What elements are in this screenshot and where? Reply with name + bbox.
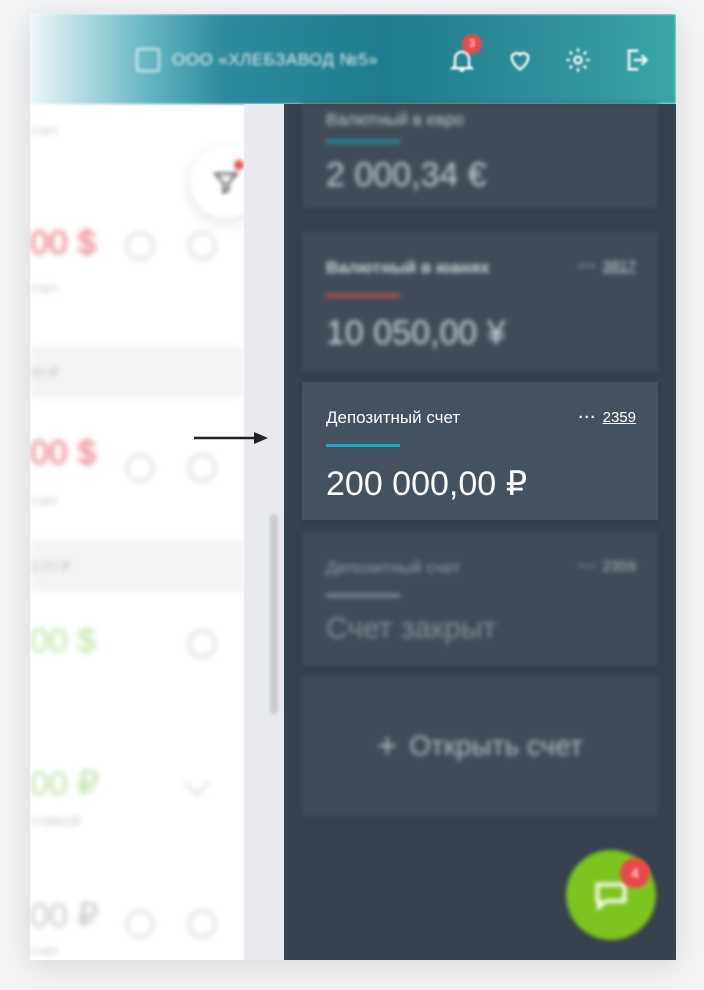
- loading-icon: [126, 454, 154, 482]
- list-item-amount: 00 ₽: [30, 897, 99, 935]
- list-item-note: счет: [30, 942, 58, 958]
- filter-icon: [212, 172, 240, 195]
- account-number: ··· 2359: [578, 558, 636, 575]
- favorites-button[interactable]: [504, 44, 536, 76]
- account-card-closed[interactable]: Депозитный счет ··· 2359 Счет закрыт: [302, 532, 658, 666]
- pointer-arrow: [194, 432, 268, 444]
- account-title: Депозитный счет: [326, 408, 461, 427]
- loading-icon: [126, 910, 154, 938]
- account-title: Валютный в юанях: [326, 258, 490, 277]
- dots-icon: ···: [578, 409, 597, 426]
- logout-button[interactable]: [620, 44, 652, 76]
- list-item-note: счет: [30, 122, 58, 138]
- date-separator: 0,00 ₽: [30, 540, 244, 592]
- account-balance: 10 050,00 ¥: [326, 314, 506, 352]
- account-status: Счет закрыт: [326, 612, 497, 645]
- account-accent-line: [326, 594, 400, 597]
- gear-icon: [566, 48, 590, 72]
- select-radio[interactable]: [188, 232, 216, 260]
- filter-active-dot: [234, 160, 244, 170]
- building-icon: [136, 48, 160, 72]
- account-accent-line: [326, 294, 400, 297]
- heart-icon: [510, 52, 530, 71]
- accounts-panel: Валютный в евро 2 000,34 € Валютный в юа…: [284, 104, 676, 960]
- chevron-down-icon[interactable]: [184, 770, 210, 796]
- date-separator: 00 ₽: [30, 346, 244, 398]
- notifications-badge: 3: [462, 34, 482, 54]
- account-balance: 2 000,34 €: [326, 156, 487, 194]
- account-title: Валютный в евро: [326, 110, 464, 129]
- list-item-amount: 00 ₽: [30, 765, 99, 803]
- select-radio[interactable]: [188, 454, 216, 482]
- loading-icon: [126, 232, 154, 260]
- list-item-amount: 00 $: [30, 434, 97, 472]
- divider-strip: [244, 104, 284, 960]
- list-item-note: счет: [30, 280, 58, 296]
- notifications-button[interactable]: 3: [446, 34, 482, 76]
- account-title: Депозитный счет: [326, 558, 461, 577]
- settings-button[interactable]: [562, 44, 594, 76]
- account-card-selected[interactable]: Депозитный счет ··· 2359 200 000,00 ₽: [302, 382, 658, 520]
- select-radio[interactable]: [188, 910, 216, 938]
- list-item-note: ставкой: [30, 812, 81, 828]
- list-item-note: счет: [30, 492, 58, 508]
- select-radio[interactable]: [188, 630, 216, 658]
- logout-icon: [627, 49, 649, 71]
- app-window: ООО «ХЛЕБЗАВОД №5» 3 счет 00 $ счет 00 ₽: [30, 14, 676, 960]
- chat-badge: 4: [620, 858, 650, 888]
- open-account-label: Открыть счет: [409, 730, 583, 761]
- company-selector[interactable]: ООО «ХЛЕБЗАВОД №5»: [136, 48, 378, 72]
- account-balance: 200 000,00 ₽: [326, 465, 528, 503]
- operations-list: счет 00 $ счет 00 ₽ 00 $ счет 0,00 ₽ 00 …: [30, 104, 244, 960]
- scrollbar[interactable]: [270, 514, 278, 714]
- list-item-amount: 00 $: [30, 224, 97, 262]
- account-number[interactable]: ··· 2359: [579, 409, 636, 426]
- open-account-button[interactable]: + Открыть счет: [302, 676, 658, 816]
- plus-icon: +: [377, 726, 398, 765]
- company-name: ООО «ХЛЕБЗАВОД №5»: [172, 50, 379, 69]
- list-item-amount: 00 $: [30, 622, 97, 660]
- account-card[interactable]: Валютный в юанях ··· 3817 10 050,00 ¥: [302, 232, 658, 372]
- account-accent-line: [326, 444, 400, 447]
- account-number: ··· 3817: [578, 258, 636, 275]
- account-card[interactable]: Валютный в евро 2 000,34 €: [302, 104, 658, 208]
- account-accent-line: [326, 140, 400, 143]
